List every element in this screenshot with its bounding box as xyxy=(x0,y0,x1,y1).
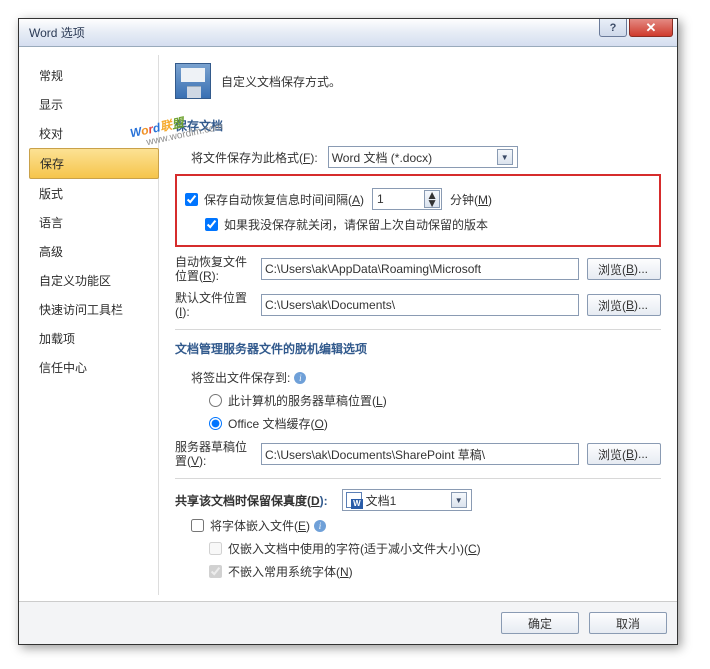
content-pane: Word联盟 www.wordlm.com 自定义文档保存方式。 保存文档 将文… xyxy=(159,55,667,595)
row-save-format: 将文件保存为此格式(F): Word 文档 (*.docx) ▼ xyxy=(191,146,661,168)
nav-item-9[interactable]: 加载项 xyxy=(29,324,158,353)
checkout-label-row: 将签出文件保存到: i xyxy=(191,369,661,386)
radio-server-drafts-location[interactable]: 此计算机的服务器草稿位置(L) xyxy=(209,392,387,409)
default-path-label: 默认文件位置(I): xyxy=(175,291,253,319)
nav-item-8[interactable]: 快速访问工具栏 xyxy=(29,295,158,324)
nav-item-0[interactable]: 常规 xyxy=(29,61,158,90)
keep-last-autosave-checkbox[interactable]: 如果我没保存就关闭，请保留上次自动保留的版本 xyxy=(205,216,488,233)
help-button[interactable]: ? xyxy=(599,19,627,37)
server-draft-input[interactable]: C:\Users\ak\Documents\SharePoint 草稿\ xyxy=(261,443,579,465)
dialog-title: Word 选项 xyxy=(29,24,85,41)
embed-only-used-checkbox: 仅嵌入文档中使用的字符(适于减小文件大小)(C) xyxy=(209,540,481,557)
info-icon[interactable]: i xyxy=(294,372,306,384)
nav-item-4[interactable]: 版式 xyxy=(29,179,158,208)
autorecover-checkbox[interactable]: 保存自动恢复信息时间间隔(A) xyxy=(185,191,364,208)
save-format-label: 将文件保存为此格式(F): xyxy=(191,149,318,166)
section-save-documents: 保存文档 xyxy=(175,117,661,134)
category-nav: 常规显示校对保存版式语言高级自定义功能区快速访问工具栏加载项信任中心 xyxy=(29,55,159,595)
keep-last-autosave-input[interactable] xyxy=(205,218,218,231)
titlebar: Word 选项 ? ✕ xyxy=(19,19,677,47)
checkout-label: 将签出文件保存到: xyxy=(191,369,290,386)
browse-default-button[interactable]: 浏览(B)... xyxy=(587,294,661,316)
browse-server-draft-button[interactable]: 浏览(B)... xyxy=(587,443,661,465)
minutes-label: 分钟(M) xyxy=(450,191,492,208)
default-path-input[interactable]: C:\Users\ak\Documents\ xyxy=(261,294,579,316)
radio-office-cache[interactable]: Office 文档缓存(O) xyxy=(209,415,328,432)
no-common-fonts-checkbox: 不嵌入常用系统字体(N) xyxy=(209,563,353,580)
word-options-dialog: Word 选项 ? ✕ 常规显示校对保存版式语言高级自定义功能区快速访问工具栏加… xyxy=(18,18,678,645)
window-buttons: ? ✕ xyxy=(597,19,673,37)
cancel-button[interactable]: 取消 xyxy=(589,612,667,634)
spinner-arrows[interactable]: ▲▼ xyxy=(424,190,440,208)
autorecover-path-label: 自动恢复文件位置(R): xyxy=(175,255,253,283)
nav-item-5[interactable]: 语言 xyxy=(29,208,158,237)
embed-fonts-checkbox[interactable]: 将字体嵌入文件(E)i xyxy=(191,517,326,534)
server-draft-grid: 服务器草稿位置(V): C:\Users\ak\Documents\ShareP… xyxy=(175,440,661,468)
save-format-combo[interactable]: Word 文档 (*.docx) ▼ xyxy=(328,146,518,168)
nav-item-3[interactable]: 保存 xyxy=(29,148,159,179)
save-icon xyxy=(175,63,211,99)
nav-item-10[interactable]: 信任中心 xyxy=(29,353,158,382)
browse-autorecover-button[interactable]: 浏览(B)... xyxy=(587,258,661,280)
autorecover-label: 保存自动恢复信息时间间隔(A) xyxy=(204,191,364,208)
fidelity-document-combo[interactable]: 文档1 ▼ xyxy=(342,489,472,511)
row-autorecover: 保存自动恢复信息时间间隔(A) ▲▼ 分钟(M) xyxy=(185,188,651,210)
autorecover-highlight-box: 保存自动恢复信息时间间隔(A) ▲▼ 分钟(M) 如果我没保存就关闭，请保留上次… xyxy=(175,174,661,247)
page-description: 自定义文档保存方式。 xyxy=(221,73,341,90)
info-icon[interactable]: i xyxy=(314,520,326,532)
nav-item-7[interactable]: 自定义功能区 xyxy=(29,266,158,295)
autorecover-checkbox-input[interactable] xyxy=(185,193,198,206)
chevron-down-icon: ▼ xyxy=(497,149,513,165)
chevron-down-icon: ▼ xyxy=(451,492,467,508)
row-keep-last-autosave: 如果我没保存就关闭，请保留上次自动保留的版本 xyxy=(205,216,651,233)
file-locations-grid: 自动恢复文件位置(R): C:\Users\ak\AppData\Roaming… xyxy=(175,255,661,319)
dialog-footer: 确定 取消 xyxy=(19,601,677,644)
save-format-value: Word 文档 (*.docx) xyxy=(332,149,432,166)
autorecover-path-input[interactable]: C:\Users\ak\AppData\Roaming\Microsoft xyxy=(261,258,579,280)
server-draft-label: 服务器草稿位置(V): xyxy=(175,440,253,468)
keep-last-autosave-label: 如果我没保存就关闭，请保留上次自动保留的版本 xyxy=(224,216,488,233)
autorecover-interval-spinner[interactable]: ▲▼ xyxy=(372,188,442,210)
close-button[interactable]: ✕ xyxy=(629,19,673,37)
nav-item-6[interactable]: 高级 xyxy=(29,237,158,266)
autorecover-interval-input[interactable] xyxy=(377,192,423,206)
ok-button[interactable]: 确定 xyxy=(501,612,579,634)
nav-item-1[interactable]: 显示 xyxy=(29,90,158,119)
nav-item-2[interactable]: 校对 xyxy=(29,119,158,148)
document-icon xyxy=(346,492,362,508)
section-offline-editing: 文档管理服务器文件的脱机编辑选项 xyxy=(175,340,661,357)
row-fidelity: 共享该文档时保留保真度(D): 文档1 ▼ xyxy=(175,489,661,511)
fidelity-label: 共享该文档时保留保真度(D): xyxy=(175,492,328,509)
page-header: 自定义文档保存方式。 xyxy=(175,63,661,99)
